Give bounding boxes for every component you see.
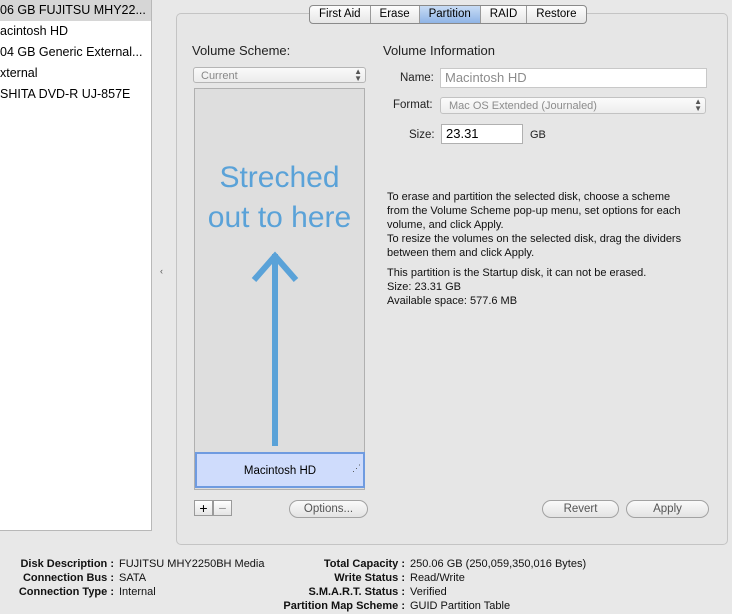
info-label-smart-status: S.M.A.R.T. Status : [308,586,405,598]
startup-disk-note: This partition is the Startup disk, it c… [387,267,647,279]
info-label-connection-bus: Connection Bus : [22,572,114,584]
volume-scheme-value: Current [201,70,238,82]
partition-size-note: Size: 23.31 GB [387,281,461,293]
info-value-connection-type: Internal [119,586,156,598]
annotation-line-2: out to here [207,201,352,234]
name-field[interactable]: Macintosh HD [440,68,707,88]
format-label: Format: [393,99,433,111]
format-updown-icon: ▲ ▼ [694,97,702,113]
partition-block-label: Macintosh HD [243,465,317,477]
revert-button[interactable]: Revert [542,500,619,518]
sidebar-item-fujitsu-disk[interactable]: 06 GB FUJITSU MHY22... [0,0,151,21]
instruction-line-5: between them and click Apply. [387,247,535,259]
tab-bar: First Aid Erase Partition RAID Restore [309,5,587,24]
info-label-partition-map-scheme: Partition Map Scheme : [283,600,405,612]
remove-partition-button[interactable]: − [213,500,232,516]
updown-arrows-icon: ▲ ▼ [354,67,362,83]
annotation-text: Streched out to here [194,158,365,238]
info-value-write-status: Read/Write [410,572,465,584]
info-value-partition-map-scheme: GUID Partition Table [410,600,511,612]
name-label: Name: [400,72,434,84]
info-label-total-capacity: Total Capacity : [323,558,405,570]
splitter-handle-icon[interactable]: ‹ [160,266,163,276]
info-label-connection-type: Connection Type : [18,586,114,598]
instruction-line-3: volume, and click Apply. [387,219,504,231]
size-unit: GB [530,129,546,141]
instruction-line-4: To resize the volumes on the selected di… [387,233,682,245]
volume-scheme-label: Volume Scheme: [192,43,291,58]
info-value-smart-status: Verified [410,586,447,598]
sidebar-item-macintosh-hd[interactable]: acintosh HD [0,21,151,42]
options-button[interactable]: Options... [289,500,368,518]
tab-partition[interactable]: Partition [418,6,480,23]
sidebar-item-external[interactable]: xternal [0,63,151,84]
volume-information-title: Volume Information [383,43,496,58]
info-label-write-status: Write Status : [334,572,405,584]
disk-list-sidebar[interactable]: 06 GB FUJITSU MHY22... acintosh HD 04 GB… [0,0,152,531]
available-space-note: Available space: 577.6 MB [387,295,518,307]
apply-button[interactable]: Apply [626,500,709,518]
format-value: Mac OS Extended (Journaled) [449,100,597,112]
volume-scheme-select[interactable]: Current ▲ ▼ [193,67,366,83]
sidebar-item-dvd-drive[interactable]: SHITA DVD-R UJ-857E [0,84,151,105]
annotation-up-arrow-icon [251,251,299,446]
size-field[interactable]: 23.31 [441,124,523,144]
info-label-disk-description: Disk Description : [20,558,114,570]
tab-raid[interactable]: RAID [479,6,526,23]
resize-grip-icon[interactable]: ⋰ [352,451,361,485]
annotation-line-1: Streched [219,161,340,194]
tab-restore[interactable]: Restore [526,6,585,23]
tab-erase[interactable]: Erase [369,6,419,23]
info-value-connection-bus: SATA [119,572,147,584]
sidebar-item-generic-external[interactable]: 04 GB Generic External... [0,42,151,63]
tab-first-aid[interactable]: First Aid [310,6,370,23]
size-label: Size: [409,129,435,141]
add-partition-button[interactable]: + [194,500,213,516]
instruction-line-2: from the Volume Scheme pop-up menu, set … [387,205,681,217]
format-select[interactable]: Mac OS Extended (Journaled) ▲ ▼ [440,97,706,114]
info-value-total-capacity: 250.06 GB (250,059,350,016 Bytes) [410,558,587,570]
instruction-line-1: To erase and partition the selected disk… [387,191,671,203]
info-value-disk-description: FUJITSU MHY2250BH Media [119,558,265,570]
partition-block-macintosh-hd[interactable]: Macintosh HD ⋰ [195,452,365,488]
